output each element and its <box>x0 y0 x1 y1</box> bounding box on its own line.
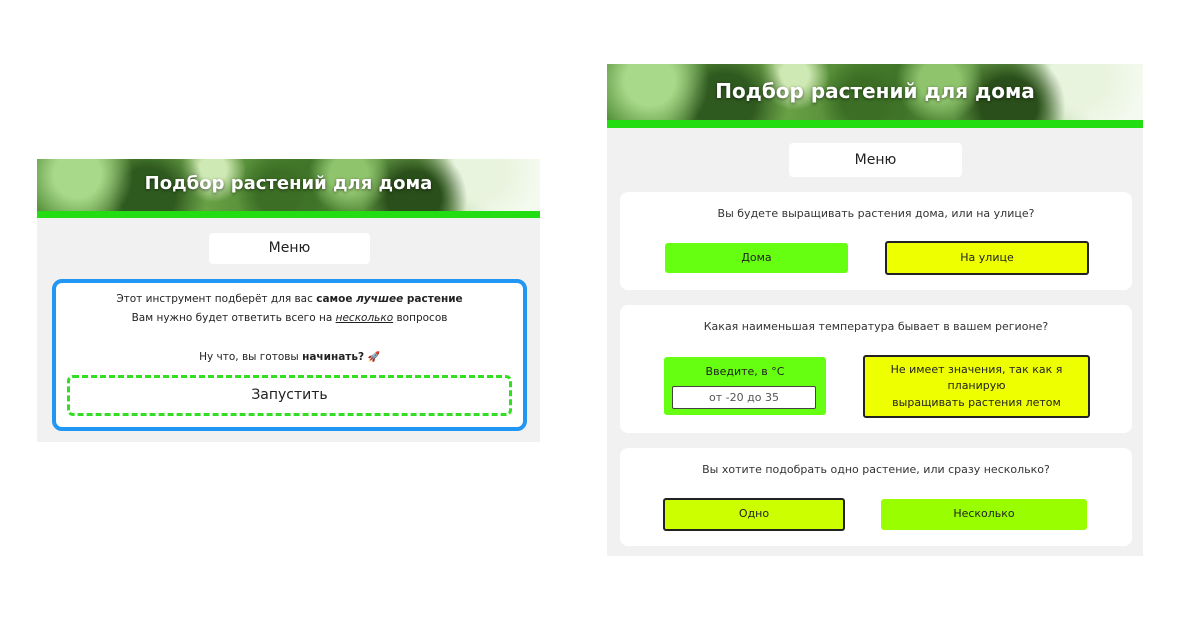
intro-bold-text: начинать? <box>302 351 365 363</box>
intro-panel: Подбор растений для дома Меню Этот инстр… <box>37 159 540 442</box>
option-summer-only-line-2: выращивать растения летом <box>892 395 1061 409</box>
page-title: Подбор растений для дома <box>715 79 1035 103</box>
temperature-input[interactable] <box>672 386 816 409</box>
intro-line-3: Ну что, вы готовы начинать? 🚀 <box>56 351 523 363</box>
option-outdoors-button[interactable]: На улице <box>885 241 1089 275</box>
temperature-input-box: Введите, в °C <box>664 357 826 415</box>
question-card-quantity: Вы хотите подобрать одно растение, или с… <box>620 448 1132 546</box>
intro-bold-text: самое <box>316 293 357 305</box>
intro-line-2: Вам нужно будет ответить всего на нескол… <box>56 312 523 324</box>
intro-underlined-text: несколько <box>335 312 394 324</box>
question-text: Вы хотите подобрать одно растение, или с… <box>702 463 1050 476</box>
intro-text: Ну что, вы готовы <box>199 351 303 363</box>
quiz-panel: Подбор растений для дома Меню Вы будете … <box>607 64 1143 556</box>
rocket-icon: 🚀 <box>367 352 380 363</box>
question-text: Вы будете выращивать растения дома, или … <box>717 207 1035 220</box>
option-summer-only-line-1: Не имеет значения, так как я планирую <box>890 362 1063 393</box>
option-indoors-button[interactable]: Дома <box>665 243 848 273</box>
question-card-temperature: Какая наименьшая температура бывает в ва… <box>620 305 1132 433</box>
intro-line-1: Этот инструмент подберёт для вас самое л… <box>56 293 523 305</box>
menu-button[interactable]: Меню <box>789 143 962 177</box>
intro-text: Вам нужно будет ответить всего на <box>131 312 336 324</box>
question-card-location: Вы будете выращивать растения дома, или … <box>620 192 1132 290</box>
intro-italic-text: лучшее <box>356 293 404 305</box>
intro-bold-text: растение <box>403 293 463 305</box>
temperature-input-label: Введите, в °C <box>705 365 785 378</box>
start-button[interactable]: Запустить <box>67 375 512 416</box>
intro-card: Этот инструмент подберёт для вас самое л… <box>52 279 527 431</box>
intro-text: вопросов <box>393 312 448 324</box>
menu-button[interactable]: Меню <box>209 233 370 264</box>
banner-divider <box>607 120 1143 128</box>
banner-divider <box>37 211 540 218</box>
option-summer-only-button[interactable]: Не имеет значения, так как я планирую вы… <box>863 355 1090 418</box>
banner-image: Подбор растений для дома <box>607 64 1143 120</box>
question-text: Какая наименьшая температура бывает в ва… <box>703 320 1049 333</box>
intro-text: Этот инструмент подберёт для вас <box>116 293 317 305</box>
page-title: Подбор растений для дома <box>144 173 433 194</box>
option-several-button[interactable]: Несколько <box>881 499 1087 530</box>
option-one-button[interactable]: Одно <box>663 498 845 531</box>
banner-image: Подбор растений для дома <box>37 159 540 211</box>
